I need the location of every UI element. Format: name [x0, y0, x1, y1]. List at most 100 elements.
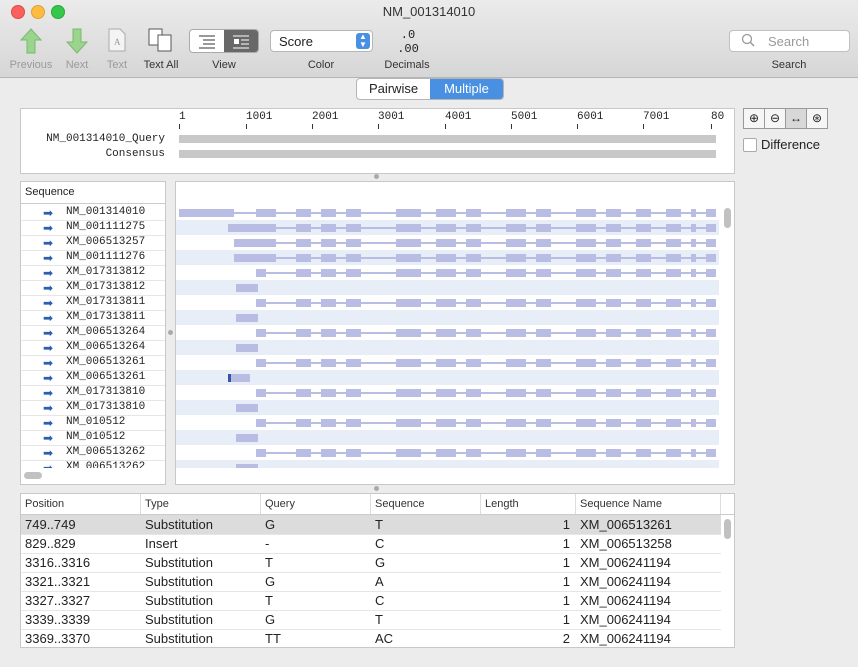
list-item[interactable]: ➡ NM_001111276 — [21, 250, 165, 266]
difference-label: Difference — [761, 137, 821, 152]
list-item[interactable]: ➡ XM_017313812 — [21, 280, 165, 296]
alignment-track — [176, 235, 719, 250]
ruler-label: 2001 — [312, 111, 339, 123]
list-item[interactable]: ➡ NM_010512 — [21, 415, 165, 431]
zoom-out-icon[interactable]: ⊖ — [764, 108, 786, 129]
table-cell: XM_006513258 — [580, 536, 672, 551]
text-button[interactable]: Text — [100, 59, 134, 71]
view-label: View — [212, 59, 236, 71]
list-item[interactable]: ➡ XM_017313810 — [21, 400, 165, 416]
alignment-track — [176, 325, 719, 340]
splitter-handle[interactable] — [374, 486, 379, 491]
alignment-overview[interactable] — [175, 181, 735, 485]
alignment-track — [176, 460, 719, 468]
list-item[interactable]: ➡ XM_006513261 — [21, 370, 165, 386]
vertical-scrollbar[interactable] — [724, 208, 731, 228]
list-item[interactable]: ➡ XM_017313810 — [21, 385, 165, 401]
sequence-name: XM_006513264 — [66, 326, 146, 338]
column-header[interactable]: Query — [261, 494, 371, 514]
arrow-right-icon: ➡ — [43, 386, 54, 400]
tab-pairwise[interactable]: Pairwise — [357, 79, 430, 99]
search-field[interactable]: Search — [729, 30, 850, 52]
window-title: NM_001314010 — [382, 4, 476, 19]
zoom-fit-icon[interactable]: ↔ — [785, 108, 807, 129]
column-header[interactable]: Type — [141, 494, 261, 514]
table-cell: 3316..3316 — [25, 555, 91, 570]
table-cell: T — [375, 612, 383, 627]
list-item[interactable]: ➡ XM_006513262 — [21, 460, 165, 468]
horizontal-scrollbar[interactable] — [24, 472, 42, 479]
previous-button[interactable]: Previous — [6, 59, 56, 71]
table-body: 749..749 Substitution G T 1 XM_006513261 829..… — [21, 515, 721, 647]
table-row[interactable]: 749..749 Substitution G T 1 XM_006513261 — [21, 515, 721, 535]
table-row[interactable]: 3321..3321 Substitution G A 1 XM_006241194 — [21, 572, 721, 592]
alignment-track — [176, 385, 719, 400]
ruler-label: 7001 — [643, 111, 670, 123]
ruler-label: 6001 — [577, 111, 604, 123]
difference-checkbox[interactable] — [743, 138, 757, 152]
table-cell: Substitution — [145, 555, 213, 570]
table-cell: G — [265, 574, 276, 589]
alignment-track — [176, 205, 719, 220]
text-all-button[interactable]: Text All — [136, 59, 186, 71]
view-segmented-control[interactable] — [189, 29, 259, 53]
table-cell: XM_006513261 — [580, 517, 672, 532]
column-header[interactable]: Sequence — [371, 494, 481, 514]
ruler-tick — [643, 124, 644, 129]
view-detail-icon[interactable] — [224, 30, 258, 52]
table-row[interactable]: 3369..3370 Substitution TT AC 2 XM_006241194 — [21, 629, 721, 647]
sequence-name: XM_006513262 — [66, 461, 146, 468]
arrow-right-icon: ➡ — [43, 311, 54, 325]
color-select[interactable]: Score ▲ ▼ — [270, 30, 373, 52]
next-button[interactable]: Next — [56, 59, 98, 71]
search-label: Search — [771, 59, 807, 71]
text-all-icon[interactable] — [148, 28, 174, 55]
table-row[interactable]: 3339..3339 Substitution G T 1 XM_006241194 — [21, 610, 721, 630]
text-document-icon[interactable]: A — [108, 28, 126, 55]
column-header[interactable]: Sequence Name — [576, 494, 721, 514]
list-item[interactable]: ➡ NM_010512 — [21, 430, 165, 446]
column-header[interactable]: Position — [21, 494, 141, 514]
list-item[interactable]: ➡ XM_006513262 — [21, 445, 165, 461]
list-item[interactable]: ➡ XM_017313811 — [21, 310, 165, 326]
sequence-list[interactable]: Sequence ➡ NM_001314010 ➡ NM_001111275 ➡ XM_0… — [20, 181, 166, 485]
mode-tabs[interactable]: Pairwise Multiple — [356, 78, 504, 100]
differences-table[interactable]: Position Type Query Sequence Length Sequence … — [20, 493, 735, 648]
table-row[interactable]: 3327..3327 Substitution T C 1 XM_006241194 — [21, 591, 721, 611]
svg-text:A: A — [114, 37, 121, 47]
list-item[interactable]: ➡ XM_017313812 — [21, 265, 165, 281]
tab-multiple[interactable]: Multiple — [430, 79, 503, 99]
table-cell: 749..749 — [25, 517, 76, 532]
list-item[interactable]: ➡ XM_006513264 — [21, 340, 165, 356]
vertical-scrollbar[interactable] — [724, 519, 731, 539]
sequence-name: XM_017313811 — [66, 296, 146, 308]
next-icon[interactable] — [65, 28, 89, 57]
arrow-right-icon: ➡ — [43, 371, 54, 385]
alignment-track — [176, 310, 719, 325]
list-item[interactable]: ➡ NM_001111275 — [21, 220, 165, 236]
table-cell: 3327..3327 — [25, 593, 91, 608]
list-item[interactable]: ➡ XM_006513264 — [21, 325, 165, 341]
table-header: Position Type Query Sequence Length Sequence … — [21, 494, 734, 515]
table-row[interactable]: 3316..3316 Substitution T G 1 XM_006241194 — [21, 553, 721, 573]
splitter-handle[interactable] — [374, 174, 379, 179]
arrow-right-icon: ➡ — [43, 206, 54, 220]
alignment-track — [176, 280, 719, 295]
table-row[interactable]: 829..829 Insert - C 1 XM_006513258 — [21, 534, 721, 554]
zoom-sequence-icon[interactable]: ⊛ — [806, 108, 828, 129]
arrow-right-icon: ➡ — [43, 431, 54, 445]
decimals-control[interactable]: .0 .00 — [388, 28, 428, 56]
table-cell: Substitution — [145, 517, 213, 532]
list-item[interactable]: ➡ XM_006513257 — [21, 235, 165, 251]
sequence-name: XM_017313812 — [66, 266, 146, 278]
list-item[interactable]: ➡ XM_017313811 — [21, 295, 165, 311]
zoom-in-icon[interactable]: ⊕ — [743, 108, 765, 129]
list-item[interactable]: ➡ XM_006513261 — [21, 355, 165, 371]
splitter-handle[interactable] — [168, 330, 173, 335]
column-header[interactable]: Length — [481, 494, 576, 514]
list-item[interactable]: ➡ NM_001314010 — [21, 205, 165, 221]
table-cell: 1 — [562, 593, 570, 608]
previous-icon[interactable] — [19, 28, 43, 57]
sequence-name: NM_010512 — [66, 431, 126, 443]
view-list-icon[interactable] — [190, 30, 224, 52]
